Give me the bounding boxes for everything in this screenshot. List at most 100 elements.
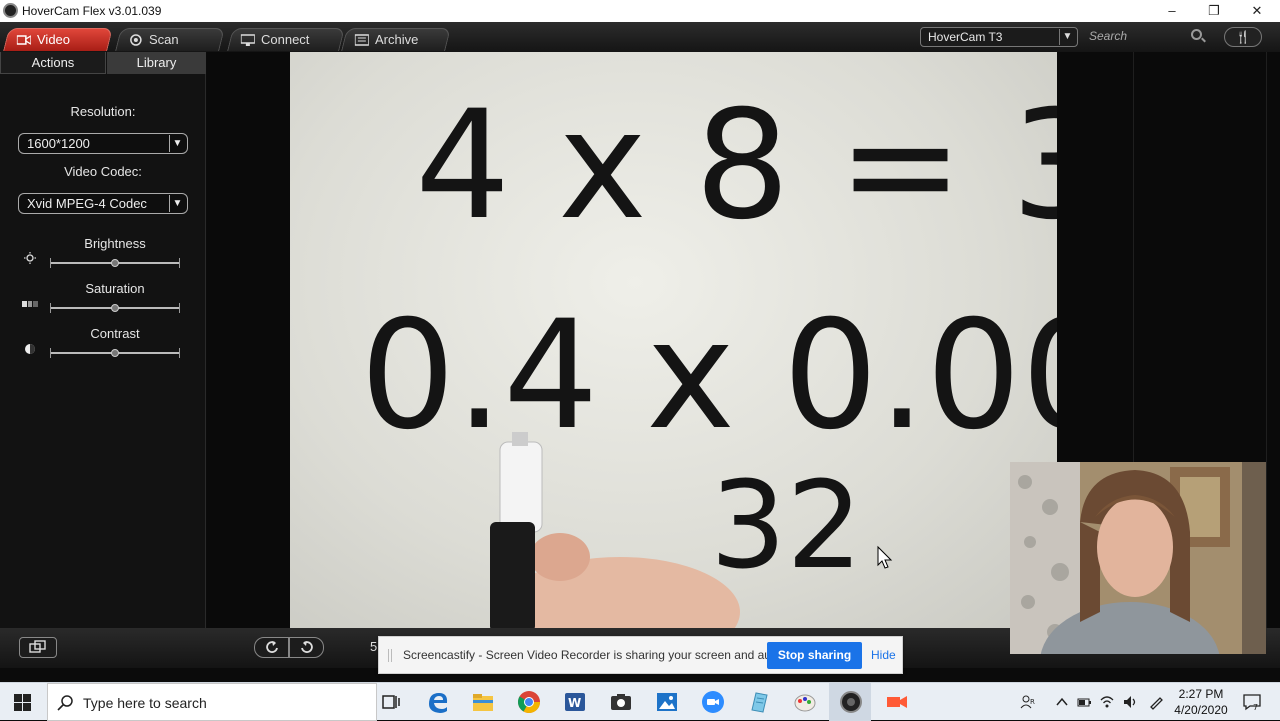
search-icon[interactable] — [1191, 29, 1202, 40]
clock-time: 2:27 PM — [1178, 687, 1224, 701]
pen-icon[interactable] — [1148, 694, 1164, 710]
math-line-1: 4 x 8 = 32 — [415, 79, 1057, 253]
contrast-icon — [25, 344, 35, 354]
whiteboard-svg: 4 x 8 = 32 0.4 x 0.008 32 — [360, 79, 1057, 628]
system-clock[interactable]: 2:27 PM 4/20/2020 — [1172, 686, 1230, 718]
file-explorer-icon[interactable] — [471, 690, 495, 714]
hovercam-icon[interactable] — [839, 690, 863, 714]
codec-value: Xvid MPEG-4 Codec — [27, 196, 147, 211]
camera-icon[interactable] — [609, 690, 633, 714]
device-select[interactable]: HoverCam T3 ▼ — [920, 27, 1078, 47]
taskbar-search-input[interactable]: Type here to search — [47, 683, 377, 721]
svg-text:W: W — [568, 696, 581, 710]
drag-handle-icon[interactable] — [388, 649, 392, 662]
chevron-up-icon[interactable] — [1054, 694, 1070, 710]
slider-tick — [50, 303, 51, 313]
chevron-down-icon: ▼ — [169, 195, 185, 212]
mouse-cursor-icon — [877, 545, 893, 569]
saturation-slider[interactable] — [50, 303, 180, 313]
chrome-icon[interactable] — [517, 690, 541, 714]
chevron-down-icon: ▼ — [1059, 29, 1075, 45]
camera-feed[interactable]: 4 x 8 = 32 0.4 x 0.008 32 — [290, 52, 1057, 628]
tab-video[interactable]: Video — [3, 28, 113, 51]
volume-icon[interactable] — [1122, 694, 1138, 710]
edge-icon[interactable] — [426, 690, 450, 714]
restore-button[interactable]: ❐ — [1204, 2, 1224, 20]
math-line-2: 0.4 x 0.008 — [360, 289, 1057, 463]
people-icon[interactable]: R — [1020, 694, 1036, 710]
brightness-icon — [24, 252, 36, 264]
notepad-icon[interactable] — [747, 690, 771, 714]
search-icon — [57, 695, 73, 711]
tab-archive-label: Archive — [375, 32, 419, 47]
battery-icon[interactable] — [1076, 694, 1092, 710]
word-icon[interactable]: W — [563, 690, 587, 714]
windows-start-icon[interactable] — [14, 694, 31, 711]
status-number: 5 — [370, 639, 378, 654]
tab-actions[interactable]: Actions — [0, 52, 106, 74]
resolution-select[interactable]: 1600*1200 ▼ — [18, 133, 188, 154]
tab-connect[interactable]: Connect — [227, 28, 345, 51]
rotate-right-button[interactable] — [289, 637, 324, 658]
paint-icon[interactable] — [793, 690, 817, 714]
taskbar-search-placeholder: Type here to search — [83, 695, 207, 711]
screencastify-icon[interactable] — [885, 690, 909, 714]
slider-tick — [179, 348, 180, 358]
slider-thumb[interactable] — [111, 259, 119, 267]
slider-tick — [50, 258, 51, 268]
stop-sharing-button[interactable]: Stop sharing — [767, 642, 862, 669]
tab-video-label: Video — [37, 32, 71, 47]
photos-icon[interactable] — [655, 690, 679, 714]
resolution-value: 1600*1200 — [27, 136, 90, 151]
codec-select[interactable]: Xvid MPEG-4 Codec ▼ — [18, 193, 188, 214]
screen-share-bar: Screencastify - Screen Video Recorder is… — [378, 636, 903, 674]
tab-archive[interactable]: Archive — [341, 28, 451, 51]
archive-icon — [354, 34, 369, 46]
sidebar-tabs: Actions Library — [0, 52, 206, 74]
math-line-3: 32 — [710, 457, 863, 596]
tab-scan-label: Scan — [149, 32, 179, 47]
tab-library[interactable]: Library — [107, 52, 206, 74]
svg-text:R: R — [1030, 698, 1035, 706]
hovercam-app-icon — [3, 3, 18, 18]
window-title: HoverCam Flex v3.01.039 — [22, 4, 162, 18]
slider-tick — [179, 303, 180, 313]
title-bar: HoverCam Flex v3.01.039 – ❐ ✕ — [0, 0, 1280, 22]
wifi-icon[interactable] — [1099, 694, 1115, 710]
webcam-overlay[interactable] — [1010, 462, 1266, 654]
chevron-down-icon: ▼ — [169, 135, 185, 152]
saturation-label: Saturation — [85, 281, 145, 296]
sidebar: Actions Library Resolution: 1600*1200 ▼ … — [0, 52, 206, 628]
resolution-label: Resolution: — [70, 104, 136, 119]
tab-connect-label: Connect — [261, 32, 310, 47]
slider-thumb[interactable] — [111, 304, 119, 312]
contrast-label: Contrast — [90, 326, 140, 341]
taskbar: Type here to search W R 2:27 PM 4/20/202… — [0, 682, 1280, 721]
notifications-icon[interactable]: 7 — [1242, 693, 1262, 711]
contrast-slider[interactable] — [50, 348, 180, 358]
slider-thumb[interactable] — [111, 349, 119, 357]
divider — [1266, 52, 1267, 628]
hide-button[interactable]: Hide — [871, 648, 896, 662]
close-button[interactable]: ✕ — [1247, 2, 1267, 20]
fullscreen-button[interactable] — [19, 637, 57, 658]
clock-date: 4/20/2020 — [1174, 703, 1228, 717]
minimize-button[interactable]: – — [1162, 2, 1182, 20]
notification-count: 7 — [1253, 703, 1258, 711]
zoom-icon[interactable] — [701, 690, 725, 714]
search-placeholder: Search — [1089, 29, 1128, 43]
device-select-value: HoverCam T3 — [928, 30, 1003, 44]
connect-icon — [240, 34, 255, 46]
search-input[interactable]: Search — [1084, 26, 1208, 46]
tab-scan[interactable]: Scan — [115, 28, 225, 51]
slider-tick — [50, 348, 51, 358]
rotate-left-button[interactable] — [254, 637, 289, 658]
brightness-label: Brightness — [84, 236, 146, 251]
share-message: Screencastify - Screen Video Recorder is… — [403, 648, 791, 662]
fullscreen-icon — [29, 640, 46, 653]
rotate-left-icon — [265, 641, 278, 653]
webcam-image — [1010, 462, 1266, 654]
brightness-slider[interactable] — [50, 258, 180, 268]
tools-button[interactable]: 🍴 — [1224, 27, 1262, 47]
task-view-icon[interactable] — [379, 690, 403, 714]
